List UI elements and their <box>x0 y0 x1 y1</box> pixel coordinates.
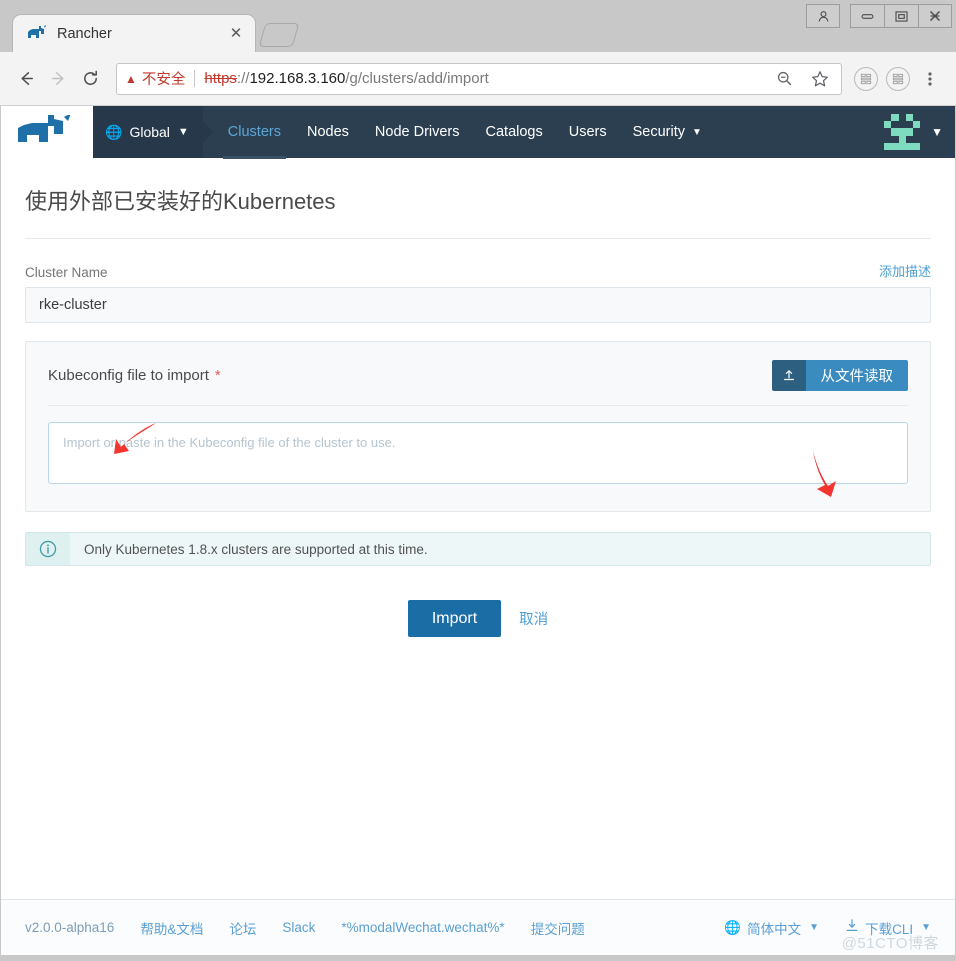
context-arrow <box>202 121 213 143</box>
omnibox-actions <box>763 66 833 92</box>
kubeconfig-panel: Kubeconfig file to import * 从文件读取 <box>25 341 931 512</box>
language-selector[interactable]: 🌐 简体中文 ▼ <box>724 918 819 938</box>
cancel-button[interactable]: 取消 <box>519 608 548 629</box>
nav-link-users[interactable]: Users <box>556 106 620 158</box>
url-host: 192.168.3.160 <box>249 70 346 87</box>
page-title: 使用外部已安装好的Kubernetes <box>25 158 931 239</box>
cluster-name-input[interactable] <box>25 287 931 323</box>
cluster-name-row: Cluster Name 添加描述 <box>25 261 931 280</box>
chevron-down-icon: ▼ <box>931 125 943 139</box>
browser-tab[interactable]: Rancher ✕ <box>12 14 256 52</box>
window-bottom-edge <box>0 955 956 961</box>
footer-version: v2.0.0-alpha16 <box>25 920 115 935</box>
read-from-file-button[interactable]: 从文件读取 <box>771 360 908 391</box>
browser-toolbar: ▲ 不安全 https://192.168.3.160/g/clusters/a… <box>0 52 956 106</box>
nav-link-label: Security <box>632 124 686 140</box>
context-switcher-global[interactable]: 🌐 Global ▼ <box>93 106 203 158</box>
rancher-favicon <box>27 24 47 43</box>
chevron-down-icon: ▼ <box>692 126 702 138</box>
three-dot-menu-icon[interactable] <box>914 63 946 95</box>
page-footer: v2.0.0-alpha16 帮助&文档 论坛 Slack *%modalWec… <box>1 899 955 955</box>
nav-link-nodes[interactable]: Nodes <box>294 106 362 158</box>
rancher-navbar: 🌐 Global ▼ Clusters Nodes Node Drivers C… <box>1 106 955 159</box>
nav-link-security[interactable]: Security ▼ <box>620 106 715 158</box>
warning-triangle-icon: ▲ <box>125 71 137 86</box>
globe-icon: 🌐 <box>724 919 742 935</box>
forward-arrow-icon <box>42 63 74 95</box>
navbar-dark-region: 🌐 Global ▼ Clusters Nodes Node Drivers C… <box>93 106 955 159</box>
url-scheme-suffix: :// <box>236 70 250 87</box>
tab-title: Rancher <box>57 25 112 42</box>
nav-link-label: Node Drivers <box>374 124 460 140</box>
nav-link-catalogs[interactable]: Catalogs <box>473 106 556 158</box>
read-from-file-label: 从文件读取 <box>805 360 908 391</box>
form-actions: Import 取消 <box>25 600 931 637</box>
footer-link-forum[interactable]: 论坛 <box>229 918 256 938</box>
watermark: @51CTO博客 <box>841 935 939 952</box>
nav-link-label: Nodes <box>306 124 349 140</box>
kubeconfig-label: Kubeconfig file to import <box>48 366 209 384</box>
globe-icon: 🌐 <box>105 123 123 140</box>
maximize-icon[interactable] <box>884 4 918 28</box>
close-icon[interactable]: ✕ <box>227 25 245 43</box>
window-close-icon[interactable] <box>918 4 952 28</box>
info-banner-text: Only Kubernetes 1.8.x clusters are suppo… <box>84 541 428 557</box>
language-label: 简体中文 <box>747 921 802 937</box>
window-controls <box>806 4 952 28</box>
url-path: /g/clusters/add/import <box>345 70 489 87</box>
footer-link-docs[interactable]: 帮助&文档 <box>140 918 203 938</box>
star-icon[interactable] <box>807 66 833 92</box>
omnibox-divider <box>194 70 196 87</box>
reload-icon[interactable] <box>74 63 106 95</box>
import-button[interactable]: Import <box>407 600 502 637</box>
kubeconfig-label-wrap: Kubeconfig file to import * <box>48 367 221 385</box>
footer-link-slack[interactable]: Slack <box>282 920 315 935</box>
extension-icon[interactable] <box>882 63 914 95</box>
url-scheme: https <box>204 70 237 87</box>
kubeconfig-header: Kubeconfig file to import * 从文件读取 <box>48 360 908 406</box>
chevron-down-icon: ▼ <box>809 922 820 933</box>
upload-icon <box>771 360 806 391</box>
add-description-link[interactable]: 添加描述 <box>879 261 931 280</box>
new-tab-icon[interactable] <box>258 23 300 47</box>
cluster-name-label: Cluster Name <box>25 265 108 280</box>
nav-link-clusters[interactable]: Clusters <box>215 106 294 159</box>
chevron-down-icon: ▼ <box>177 126 189 138</box>
user-menu[interactable]: ▼ <box>884 114 943 150</box>
page-viewport: 🌐 Global ▼ Clusters Nodes Node Drivers C… <box>0 106 956 955</box>
back-arrow-icon[interactable] <box>10 63 42 95</box>
extension-icon-2 <box>886 66 910 91</box>
user-avatar-identicon <box>884 114 921 150</box>
browser-titlebar: Rancher ✕ <box>0 0 956 52</box>
rancher-cow-logo[interactable] <box>1 106 93 158</box>
footer-link-file-issue[interactable]: 提交问题 <box>531 918 585 938</box>
minimize-icon[interactable] <box>850 4 884 28</box>
info-circle-icon <box>26 533 70 565</box>
security-warning-text: 不安全 <box>141 72 186 88</box>
url-text: https://192.168.3.160/g/clusters/add/imp… <box>204 70 488 87</box>
info-banner: Only Kubernetes 1.8.x clusters are suppo… <box>25 532 931 566</box>
nav-link-label: Catalogs <box>485 124 543 140</box>
extension-icon-1 <box>854 66 878 91</box>
extension-icon[interactable] <box>850 63 882 95</box>
navbar-right: ▼ <box>884 106 955 158</box>
footer-link-wechat[interactable]: *%modalWechat.wechat%* <box>341 920 504 935</box>
main-content: 使用外部已安装好的Kubernetes Cluster Name 添加描述 Ku… <box>1 158 955 899</box>
browser-window: Rancher ✕ ▲ 不安全 https://192.168.3.160/g/… <box>0 0 956 961</box>
kubeconfig-textarea[interactable] <box>48 422 908 484</box>
nav-link-label: Users <box>568 124 607 140</box>
navbar-links: Clusters Nodes Node Drivers Catalogs Use… <box>215 106 715 159</box>
nav-link-label: Clusters <box>227 124 281 140</box>
address-bar[interactable]: ▲ 不安全 https://192.168.3.160/g/clusters/a… <box>116 62 842 95</box>
security-warning[interactable]: ▲ 不安全 <box>125 68 185 89</box>
person-icon[interactable] <box>806 4 840 28</box>
context-switcher-label: Global <box>129 124 170 140</box>
zoom-out-icon[interactable] <box>771 66 797 92</box>
nav-link-node-drivers[interactable]: Node Drivers <box>362 106 473 158</box>
required-marker: * <box>214 366 221 384</box>
footer-links-left: v2.0.0-alpha16 帮助&文档 论坛 Slack *%modalWec… <box>25 918 585 938</box>
